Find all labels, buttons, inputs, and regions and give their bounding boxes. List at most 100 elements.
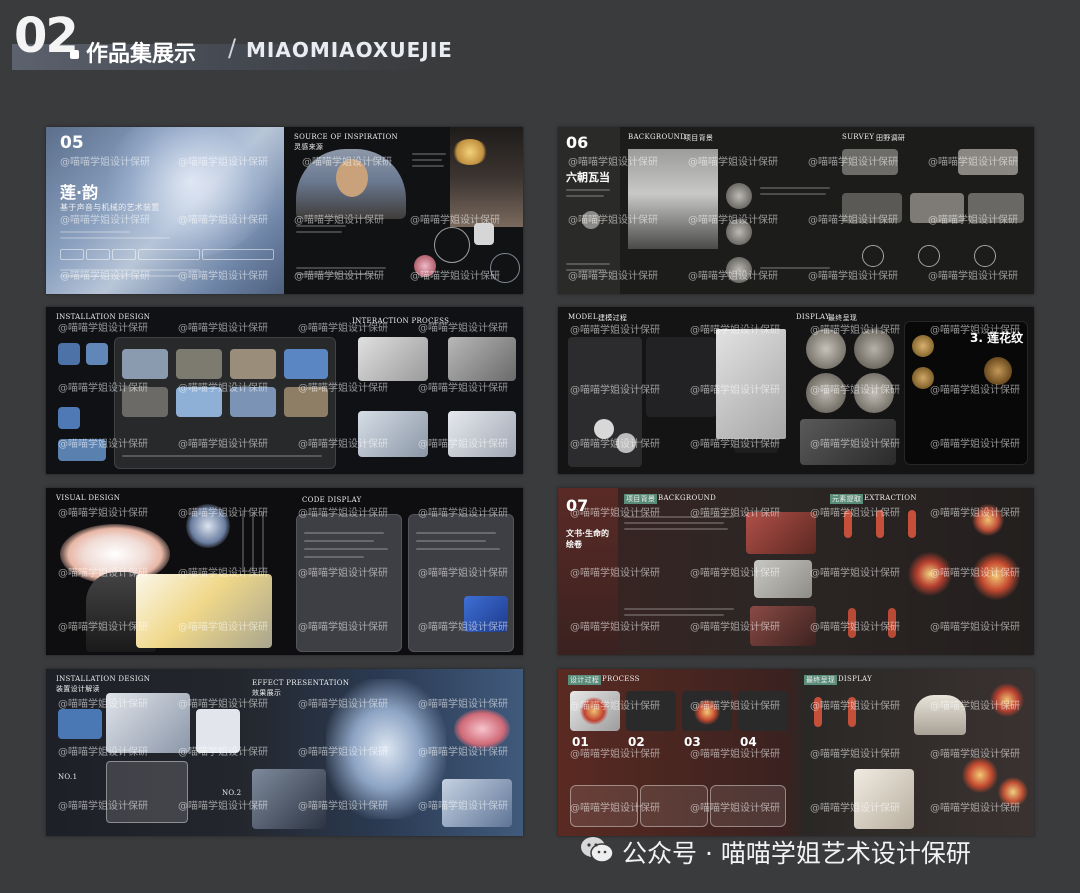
watermark: @喵喵学姐设计保研 (810, 568, 900, 579)
watermark: @喵喵学姐设计保研 (58, 323, 148, 334)
panel-05-inspiration: SOURCE OF INSPIRATION 灵感来源 @喵喵学姐设计保研 @喵喵… (284, 127, 523, 294)
watermark: @喵喵学姐设计保研 (690, 622, 780, 633)
gold-tile-1 (912, 335, 934, 357)
watermark: @喵喵学姐设计保研 (690, 803, 780, 814)
portfolio-panel-effect[interactable]: INSTALLATION DESIGN 装置设计解读 NO.1 NO.2 EFF… (46, 669, 523, 836)
tile-relic-1 (726, 183, 752, 209)
portfolio-panel-07[interactable]: 07 文书·生命的绘卷 项目背景 BACKGROUND 元素提取 EXTRACT… (558, 488, 1034, 655)
build-photo-2 (176, 349, 222, 379)
design-sketch-2 (86, 343, 108, 365)
tag-background-cn: 项目背景 (624, 494, 658, 504)
watermark: @喵喵学姐设计保研 (410, 271, 500, 282)
watermark: @喵喵学姐设计保研 (298, 699, 388, 710)
portfolio-panel-visual[interactable]: VISUAL DESIGN CODE DISPLAY @喵喵学姐设计保研 @喵喵… (46, 488, 523, 655)
watermark: @喵喵学姐设计保研 (178, 439, 268, 450)
install-wireframe (106, 761, 188, 823)
footer-text: 公众号 · 喵喵学姐艺术设计保研 (622, 839, 971, 868)
watermark: @喵喵学姐设计保研 (930, 439, 1020, 450)
tag-background-en: BACKGROUND (658, 494, 717, 502)
watermark: @喵喵学姐设计保研 (930, 568, 1020, 579)
watermark: @喵喵学姐设计保研 (178, 215, 268, 226)
watermark: @喵喵学姐设计保研 (178, 323, 268, 334)
watermark: @喵喵学姐设计保研 (928, 157, 1018, 168)
watermark: @喵喵学姐设计保研 (178, 801, 268, 812)
watermark: @喵喵学姐设计保研 (810, 701, 900, 712)
design-sketch-3 (58, 407, 80, 429)
interaction-photo-4 (448, 411, 516, 457)
watermark: @喵喵学姐设计保研 (928, 215, 1018, 226)
build-photo-1 (122, 349, 168, 379)
watermark: @喵喵学姐设计保研 (568, 271, 658, 282)
watermark: @喵喵学姐设计保研 (418, 568, 508, 579)
watermark: @喵喵学姐设计保研 (570, 749, 660, 760)
watermark: @喵喵学姐设计保研 (58, 622, 148, 633)
watermark: @喵喵学姐设计保研 (418, 622, 508, 633)
watermark: @喵喵学姐设计保研 (690, 325, 780, 336)
watermark: @喵喵学姐设计保研 (690, 701, 780, 712)
tag-visual-design: VISUAL DESIGN (56, 494, 121, 502)
watermark: @喵喵学姐设计保研 (690, 385, 780, 396)
project-number: 06 (566, 133, 589, 152)
design-sketch-1 (58, 343, 80, 365)
watermark: @喵喵学姐设计保研 (302, 157, 392, 168)
watermark: @喵喵学姐设计保研 (178, 747, 268, 758)
page-header: 02 作品集展示 / MIAOMIAOXUEJIE (0, 0, 1080, 78)
tag-extraction-en: EXTRACTION (864, 494, 917, 502)
watermark: @喵喵学姐设计保研 (570, 325, 660, 336)
watermark: @喵喵学姐设计保研 (60, 271, 150, 282)
watermark: @喵喵学姐设计保研 (298, 568, 388, 579)
project-number: 05 (60, 133, 84, 153)
watermark: @喵喵学姐设计保研 (178, 699, 268, 710)
modeling-viewport (646, 337, 716, 417)
watermark: @喵喵学姐设计保研 (690, 568, 780, 579)
watermark: @喵喵学姐设计保研 (688, 271, 778, 282)
tag-display-en: DISPLAY (838, 675, 873, 683)
tag-process-cn: 设计过程 (568, 675, 602, 685)
figure-photo (474, 223, 494, 245)
watermark: @喵喵学姐设计保研 (298, 508, 388, 519)
portfolio-panel-05[interactable]: 05 莲·韵 基于声音与机械的艺术装置 @喵喵学姐设计保研 @喵喵学姐设计保研 … (46, 127, 523, 294)
watermark: @喵喵学姐设计保研 (930, 701, 1020, 712)
watermark: @喵喵学姐设计保研 (178, 622, 268, 633)
watermark: @喵喵学姐设计保研 (58, 747, 148, 758)
watermark: @喵喵学姐设计保研 (418, 383, 508, 394)
footer-credit: 公众号 · 喵喵学姐艺术设计保研 (580, 830, 1060, 870)
watermark: @喵喵学姐设计保研 (930, 508, 1020, 519)
watermark: @喵喵学姐设计保研 (810, 385, 900, 396)
project-title: 莲·韵 (60, 183, 99, 202)
portfolio-panel-model[interactable]: MODEL 建模过程 DISPLAY 最终呈现 3. 莲花纹 @喵喵学姐设计保研… (558, 307, 1034, 474)
watermark: @喵喵学姐设计保研 (688, 157, 778, 168)
watermark: @喵喵学姐设计保研 (58, 801, 148, 812)
interaction-photo-2 (448, 337, 516, 381)
tag-extraction-cn: 元素提取 (830, 494, 864, 504)
watermark: @喵喵学姐设计保研 (808, 215, 898, 226)
watermark: @喵喵学姐设计保研 (808, 271, 898, 282)
watermark: @喵喵学姐设计保研 (178, 271, 268, 282)
portfolio-panel-06[interactable]: 06 六朝瓦当 BACKGROUND 项目背景 SURVEY 田野调研 @喵喵学… (558, 127, 1034, 294)
watermark: @喵喵学姐设计保研 (418, 323, 508, 334)
watermark: @喵喵学姐设计保研 (810, 439, 900, 450)
concept-circle (434, 227, 470, 263)
watermark: @喵喵学姐设计保研 (690, 749, 780, 760)
watermark: @喵喵学姐设计保研 (178, 157, 268, 168)
watermark: @喵喵学姐设计保研 (58, 568, 148, 579)
watermark: @喵喵学姐设计保研 (178, 508, 268, 519)
watermark: @喵喵学姐设计保研 (298, 801, 388, 812)
watermark: @喵喵学姐设计保研 (418, 801, 508, 812)
watermark: @喵喵学姐设计保研 (418, 508, 508, 519)
tag-source-cn: 灵感来源 (294, 143, 324, 151)
tag-survey: SURVEY (842, 133, 875, 141)
watermark: @喵喵学姐设计保研 (810, 803, 900, 814)
build-photo-4 (284, 349, 328, 379)
build-photo-3 (230, 349, 276, 379)
watermark: @喵喵学姐设计保研 (688, 215, 778, 226)
portfolio-panel-installation[interactable]: INSTALLATION DESIGN INTERACTION PROCESS … (46, 307, 523, 474)
watermark: @喵喵学姐设计保研 (60, 157, 150, 168)
watermark: @喵喵学姐设计保研 (930, 385, 1020, 396)
watermark: @喵喵学姐设计保研 (570, 508, 660, 519)
header-separator: / (228, 34, 237, 62)
watermark: @喵喵学姐设计保研 (178, 568, 268, 579)
portfolio-panel-process[interactable]: 设计过程 PROCESS 01 02 03 04 最终呈现 DISPLAY @喵… (558, 669, 1034, 836)
watermark: @喵喵学姐设计保研 (810, 749, 900, 760)
watermark: @喵喵学姐设计保研 (298, 323, 388, 334)
